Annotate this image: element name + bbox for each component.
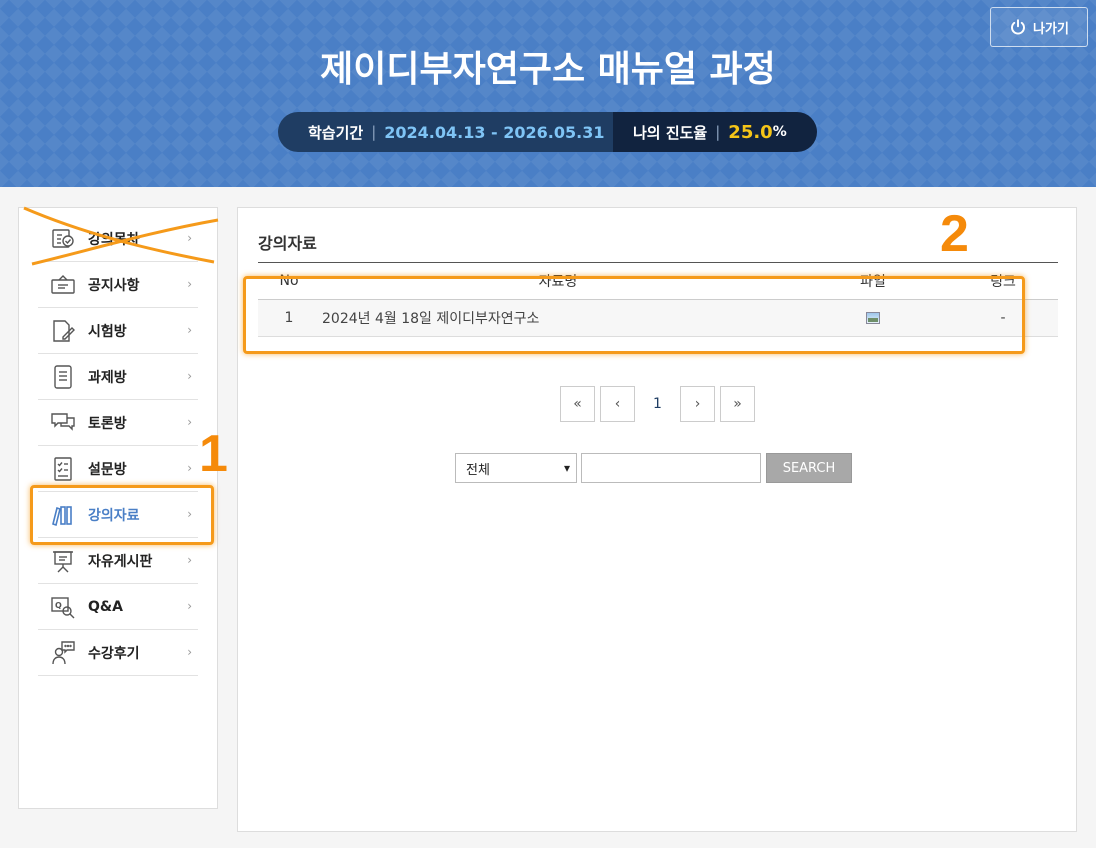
chevron-right-icon: › — [187, 461, 192, 475]
period-label: 학습기간 — [308, 123, 364, 142]
survey-checklist-icon — [48, 454, 78, 484]
my-progress: 나의 진도율 | 25.0% — [613, 112, 817, 152]
notice-board-icon — [48, 270, 78, 300]
sidebar-item-discussion[interactable]: 토론방 › — [38, 400, 198, 446]
sidebar-item-notice[interactable]: 공지사항 › — [38, 262, 198, 308]
course-header: 나가기 제이디부자연구소 매뉴얼 과정 학습기간 | 2024.04.13 - … — [0, 0, 1096, 187]
study-period: 학습기간 | 2024.04.13 - 2026.05.31 — [278, 112, 613, 152]
exit-label: 나가기 — [1033, 21, 1069, 37]
list-check-icon — [48, 224, 78, 254]
chevron-right-icon: › — [187, 645, 192, 659]
next-page-button[interactable]: › — [680, 386, 715, 422]
chevron-right-icon: › — [187, 415, 192, 429]
chevron-right-icon: › — [187, 553, 192, 567]
search-scope-select[interactable]: 전체 ▾ — [455, 453, 577, 483]
chevron-right-icon: › — [187, 231, 192, 245]
qa-search-icon: Q — [48, 592, 78, 622]
study-info-bar: 학습기간 | 2024.04.13 - 2026.05.31 나의 진도율 | … — [278, 112, 817, 152]
progress-value: 25.0 — [728, 121, 773, 143]
sidebar-item-label: 수강후기 — [88, 645, 140, 662]
search-input[interactable] — [581, 453, 761, 483]
separator: | — [715, 123, 721, 141]
highlight-box-materials-table — [243, 276, 1025, 354]
sidebar-item-label: 토론방 — [88, 415, 127, 432]
sidebar-item-reviews[interactable]: 수강후기 › — [38, 630, 198, 676]
panel-title: 강의자료 — [258, 234, 317, 253]
review-person-icon — [48, 638, 78, 668]
first-page-button[interactable]: « — [560, 386, 595, 422]
sidebar-item-label: 설문방 — [88, 461, 127, 478]
sidebar-item-label: Q&A — [88, 598, 123, 615]
svg-text:Q: Q — [55, 601, 62, 610]
highlight-box-materials-menu — [30, 485, 214, 545]
sidebar-item-label: 과제방 — [88, 369, 127, 386]
sidebar-item-qa[interactable]: Q Q&A › — [38, 584, 198, 630]
prev-page-button[interactable]: ‹ — [600, 386, 635, 422]
chevron-right-icon: › — [187, 599, 192, 613]
sidebar-item-lecture-toc[interactable]: 강의목차 › — [38, 216, 198, 262]
sidebar-item-assignment[interactable]: 과제방 › — [38, 354, 198, 400]
chevron-right-icon: › — [187, 277, 192, 291]
annotation-number: 2 — [940, 205, 969, 263]
search-button[interactable]: SEARCH — [766, 453, 852, 483]
last-page-button[interactable]: » — [720, 386, 755, 422]
chevron-right-icon: › — [187, 323, 192, 337]
sidebar-item-exam[interactable]: 시험방 › — [38, 308, 198, 354]
power-icon — [1011, 19, 1025, 35]
discussion-bubbles-icon — [48, 408, 78, 438]
sidebar-item-label: 강의목차 — [88, 231, 140, 248]
period-dates: 2024.04.13 - 2026.05.31 — [384, 122, 605, 142]
chevron-down-icon: ▾ — [563, 461, 570, 475]
sidebar-item-label: 공지사항 — [88, 277, 140, 294]
assignment-notebook-icon — [48, 362, 78, 392]
chevron-right-icon: › — [187, 369, 192, 383]
progress-label: 나의 진도율 — [633, 123, 708, 142]
sidebar-item-label: 시험방 — [88, 323, 127, 340]
easel-board-icon — [48, 546, 78, 576]
course-title: 제이디부자연구소 매뉴얼 과정 — [320, 49, 776, 90]
sidebar-item-label: 자유게시판 — [88, 553, 153, 570]
annotation-number: 1 — [199, 425, 228, 483]
exam-pencil-icon — [48, 316, 78, 346]
progress-unit: % — [772, 124, 787, 140]
current-page[interactable]: 1 — [640, 386, 675, 422]
search-scope-value: 전체 — [466, 462, 490, 478]
separator: | — [371, 123, 377, 141]
